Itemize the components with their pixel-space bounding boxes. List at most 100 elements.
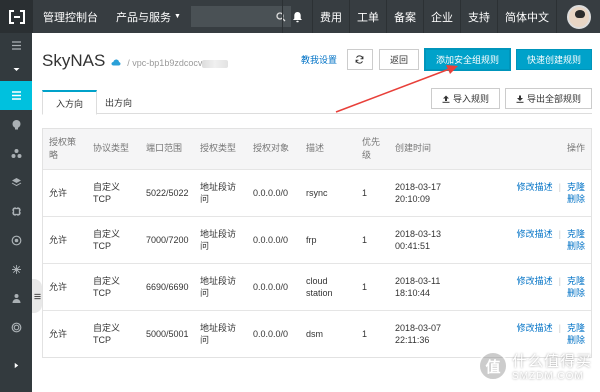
products-menu[interactable]: 产品与服务 ▼ bbox=[110, 9, 187, 25]
cell-description: rsync bbox=[300, 168, 356, 216]
delete-link[interactable]: 删除 bbox=[479, 287, 585, 299]
header-policy: 授权策略 bbox=[43, 129, 87, 169]
cell-created-time: 2018-03-11 18:10:44 bbox=[389, 262, 473, 310]
main-panel: SkyNAS / vpc-bp1b9zdcocv 教我设置 返回 添加安全组规则… bbox=[32, 33, 600, 392]
cell-created-time: 2018-03-13 00:41:51 bbox=[389, 215, 473, 263]
quick-create-rule-button[interactable]: 快速创建规则 bbox=[515, 49, 592, 70]
clone-link[interactable]: 克隆 bbox=[567, 181, 585, 193]
edit-description-link[interactable]: 修改描述 bbox=[517, 181, 553, 193]
vpc-id: / vpc-bp1b9zdcocv bbox=[127, 58, 229, 68]
cell-description: dsm bbox=[300, 309, 356, 357]
cell-description: cloud station bbox=[300, 262, 356, 310]
tab-outbound[interactable]: 出方向 bbox=[92, 90, 145, 114]
notification-bell-icon[interactable] bbox=[282, 0, 312, 33]
delete-link[interactable]: 删除 bbox=[479, 334, 585, 346]
collapse-down-icon[interactable] bbox=[0, 57, 32, 81]
sidebar-item-target-icon[interactable] bbox=[0, 313, 32, 342]
sidebar-item-user-group-icon[interactable] bbox=[0, 284, 32, 313]
sidebar-item-network-icon[interactable] bbox=[0, 255, 32, 284]
cell-priority: 1 bbox=[356, 309, 389, 357]
aliyun-logo-icon[interactable] bbox=[0, 0, 33, 33]
menu-billing[interactable]: 费用 bbox=[312, 0, 349, 33]
cell-policy: 允许 bbox=[43, 215, 87, 263]
table-row: 允许 自定义 TCP 5022/5022 地址段访问 0.0.0.0/0 rsy… bbox=[43, 168, 591, 216]
cell-port-range: 6690/6690 bbox=[140, 262, 194, 310]
tab-inbound[interactable]: 入方向 bbox=[42, 90, 98, 115]
cell-port-range: 7000/7200 bbox=[140, 215, 194, 263]
header-protocol: 协议类型 bbox=[87, 129, 140, 169]
export-all-rules-button[interactable]: 导出全部规则 bbox=[504, 88, 592, 109]
console-title[interactable]: 管理控制台 bbox=[33, 9, 110, 25]
edit-description-link[interactable]: 修改描述 bbox=[517, 275, 553, 287]
sidebar-item-list-icon[interactable] bbox=[0, 81, 32, 110]
help-link[interactable]: 教我设置 bbox=[301, 53, 337, 66]
sidebar-item-chip-icon[interactable] bbox=[0, 197, 32, 226]
back-button[interactable]: 返回 bbox=[378, 49, 419, 70]
user-avatar[interactable] bbox=[556, 0, 600, 33]
cell-protocol: 自定义 TCP bbox=[87, 262, 140, 310]
menu-tickets[interactable]: 工单 bbox=[349, 0, 386, 33]
cell-protocol: 自定义 TCP bbox=[87, 309, 140, 357]
watermark-main: 什么值得买 bbox=[511, 353, 592, 370]
direction-tabs: 入方向 出方向 导入规则 导出全部规则 bbox=[42, 88, 592, 115]
sidebar-item-cluster-icon[interactable] bbox=[0, 139, 32, 168]
cell-created-time: 2018-03-17 20:10:09 bbox=[389, 168, 473, 216]
tab-actions: 导入规则 导出全部规则 bbox=[430, 88, 592, 109]
cell-policy: 允许 bbox=[43, 309, 87, 357]
cell-operations: 修改描述 | 克隆 删除 bbox=[473, 262, 591, 310]
menu-language[interactable]: 简体中文 bbox=[497, 0, 556, 33]
edit-description-link[interactable]: 修改描述 bbox=[517, 228, 553, 240]
upload-icon bbox=[442, 95, 450, 103]
sidebar-item-eye-icon[interactable] bbox=[0, 226, 32, 255]
header-auth-object: 授权对象 bbox=[247, 129, 300, 169]
clone-link[interactable]: 克隆 bbox=[567, 228, 585, 240]
menu-filing[interactable]: 备案 bbox=[386, 0, 423, 33]
separator: | bbox=[558, 228, 561, 239]
hamburger-menu-icon[interactable] bbox=[0, 33, 32, 57]
cell-priority: 1 bbox=[356, 168, 389, 216]
search-input[interactable] bbox=[190, 6, 291, 27]
page-header: SkyNAS / vpc-bp1b9zdcocv bbox=[42, 51, 229, 71]
edit-description-link[interactable]: 修改描述 bbox=[517, 322, 553, 334]
watermark-text: 什么值得买 SMZDM.COM bbox=[512, 350, 592, 382]
clone-link[interactable]: 克隆 bbox=[567, 275, 585, 287]
vpc-id-text: / vpc-bp1b9zdcocv bbox=[127, 58, 203, 68]
cell-created-time: 2018-03-07 22:11:36 bbox=[389, 309, 473, 357]
cell-operations: 修改描述 | 克隆 删除 bbox=[473, 168, 591, 216]
menu-support[interactable]: 支持 bbox=[460, 0, 497, 33]
header-port-range: 端口范围 bbox=[140, 129, 194, 169]
cell-operations: 修改描述 | 克隆 删除 bbox=[473, 215, 591, 263]
sidebar-item-brain-icon[interactable] bbox=[0, 110, 32, 139]
cell-priority: 1 bbox=[356, 215, 389, 263]
cell-auth-type: 地址段访问 bbox=[194, 215, 247, 263]
cell-protocol: 自定义 TCP bbox=[87, 168, 140, 216]
panel-collapse-handle[interactable] bbox=[32, 279, 42, 313]
clone-link[interactable]: 克隆 bbox=[567, 322, 585, 334]
import-rules-label: 导入规则 bbox=[452, 94, 489, 104]
top-navigation-bar: 管理控制台 产品与服务 ▼ 费用 工单 备案 企业 支持 简体中文 bbox=[0, 0, 600, 33]
separator: | bbox=[558, 322, 561, 333]
header-description: 描述 bbox=[300, 129, 356, 169]
delete-link[interactable]: 删除 bbox=[479, 240, 585, 252]
cloud-icon bbox=[111, 59, 121, 66]
cell-description: frp bbox=[300, 215, 356, 263]
cell-policy: 允许 bbox=[43, 262, 87, 310]
delete-link[interactable]: 删除 bbox=[479, 193, 585, 205]
caret-down-icon: ▼ bbox=[174, 13, 181, 20]
cell-priority: 1 bbox=[356, 262, 389, 310]
sidebar-item-layers-icon[interactable] bbox=[0, 168, 32, 197]
cell-auth-type: 地址段访问 bbox=[194, 168, 247, 216]
cell-auth-object: 0.0.0.0/0 bbox=[247, 309, 300, 357]
cell-protocol: 自定义 TCP bbox=[87, 215, 140, 263]
menu-enterprise[interactable]: 企业 bbox=[423, 0, 460, 33]
products-menu-label: 产品与服务 bbox=[116, 11, 171, 24]
expand-right-icon[interactable] bbox=[0, 356, 32, 374]
vpc-id-redacted bbox=[202, 59, 229, 68]
refresh-button[interactable] bbox=[346, 49, 373, 70]
import-rules-button[interactable]: 导入规则 bbox=[430, 88, 500, 109]
download-icon bbox=[516, 95, 524, 103]
rules-table: 授权策略 协议类型 端口范围 授权类型 授权对象 描述 优先级 创建时间 操作 … bbox=[42, 128, 592, 358]
add-security-rule-button[interactable]: 添加安全组规则 bbox=[423, 48, 511, 71]
watermark-sub: SMZDM.COM bbox=[511, 371, 584, 382]
menu-lines-icon bbox=[33, 293, 41, 299]
